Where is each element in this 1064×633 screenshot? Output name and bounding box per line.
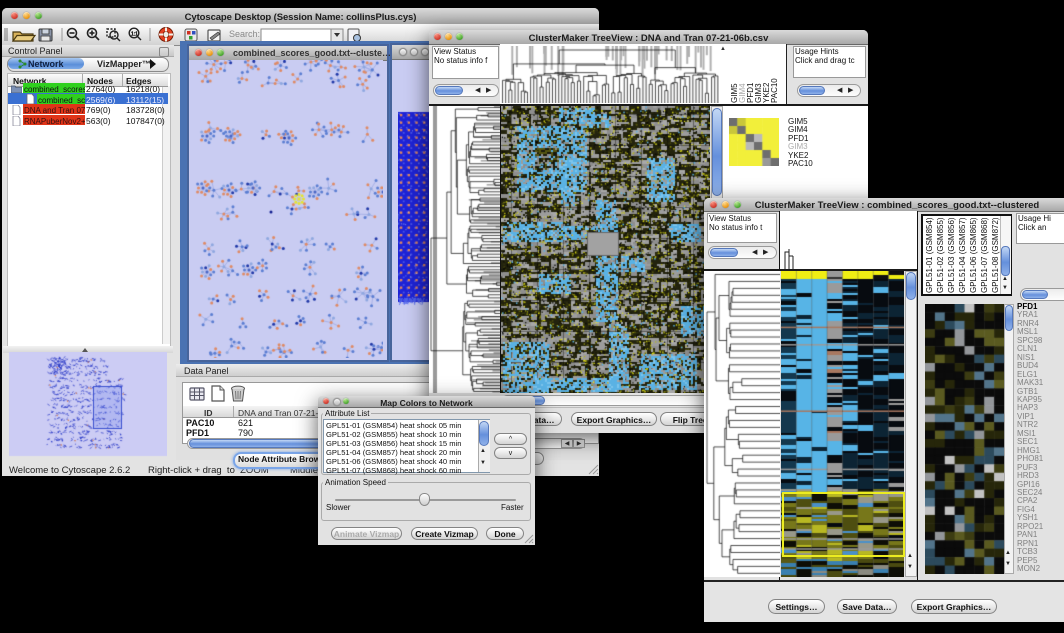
svg-text:Search:: Search: [229,29,260,39]
svg-text:1:1: 1:1 [131,32,138,38]
